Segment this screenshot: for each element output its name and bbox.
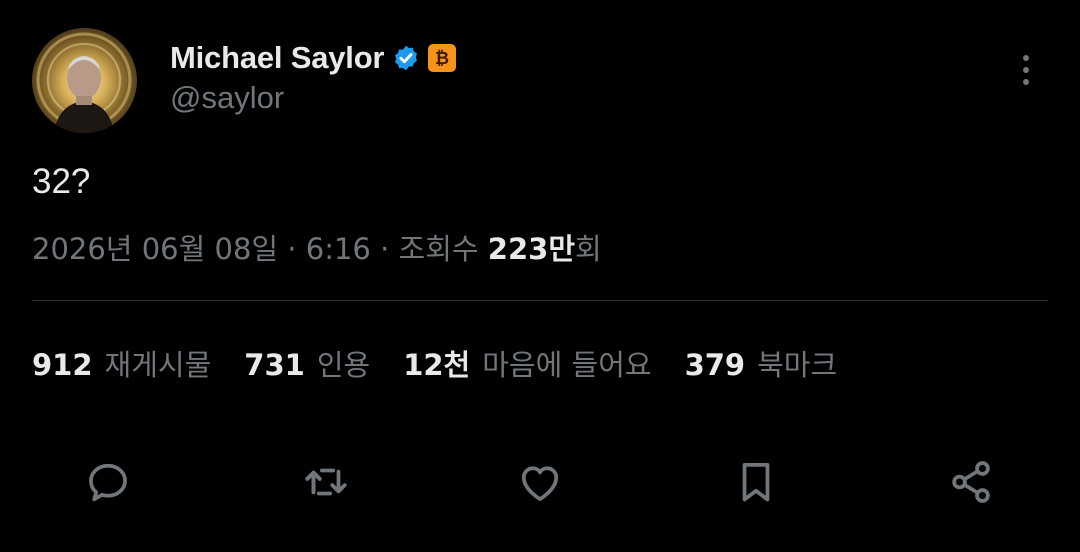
tweet-time[interactable]: 6:16 [306,232,371,266]
stat-count: 731 [244,348,305,382]
meta-separator: · [370,232,399,266]
reply-icon [89,463,127,502]
more-dot-icon [1023,79,1029,85]
bookmark-icon [742,463,770,502]
quotes-stat[interactable]: 731 인용 [244,342,370,384]
svg-text:₿: ₿ [435,49,449,69]
tweet-meta: 2026년 06월 08일 · 6:16 · 조회수 223만 회 [32,226,602,268]
bookmarks-stat[interactable]: 379 북마크 [685,342,838,384]
stat-label: 마음에 들어요 [482,348,652,382]
author-handle[interactable]: @saylor [170,80,284,116]
views-count[interactable]: 223만 [488,226,575,268]
more-dot-icon [1023,55,1029,61]
avatar-image [36,32,132,133]
tweet-date[interactable]: 2026년 06월 08일 [32,226,278,268]
more-dot-icon [1023,67,1029,73]
engagement-stats: 912 재게시물 731 인용 12천 마음에 들어요 379 북마크 [32,342,870,384]
repost-icon [305,468,347,496]
stat-count: 912 [32,348,93,382]
likes-stat[interactable]: 12천 마음에 들어요 [403,342,651,384]
like-icon [521,466,559,501]
tweet-detail: Michael Saylor ₿ @saylor 32? 2026년 06월 0… [0,0,1080,552]
more-options-button[interactable] [1010,50,1042,90]
author-display-name[interactable]: Michael Saylor [170,40,384,76]
action-bar [0,456,1080,508]
repost-button[interactable] [298,456,354,508]
reply-button[interactable] [80,456,136,508]
avatar[interactable] [32,28,137,133]
stat-label: 재게시물 [104,348,212,382]
bookmark-button[interactable] [728,456,784,508]
divider [32,300,1048,301]
like-button[interactable] [512,456,568,508]
meta-separator: · [278,232,306,266]
tweet-text: 32? [32,162,91,201]
views-label: 조회수 [398,232,488,266]
stat-count: 379 [684,348,746,382]
stat-label: 인용 [316,348,371,382]
stat-label: 북마크 [757,348,838,382]
share-button[interactable] [943,456,999,508]
views-suffix: 회 [575,232,602,266]
verified-badge-icon [392,44,420,72]
reposts-stat[interactable]: 912 재게시물 [32,342,211,384]
bitcoin-icon[interactable]: ₿ [428,44,457,72]
share-icon [952,461,990,503]
stat-count: 12천 [403,348,471,382]
author-name-row: Michael Saylor ₿ [170,38,457,78]
